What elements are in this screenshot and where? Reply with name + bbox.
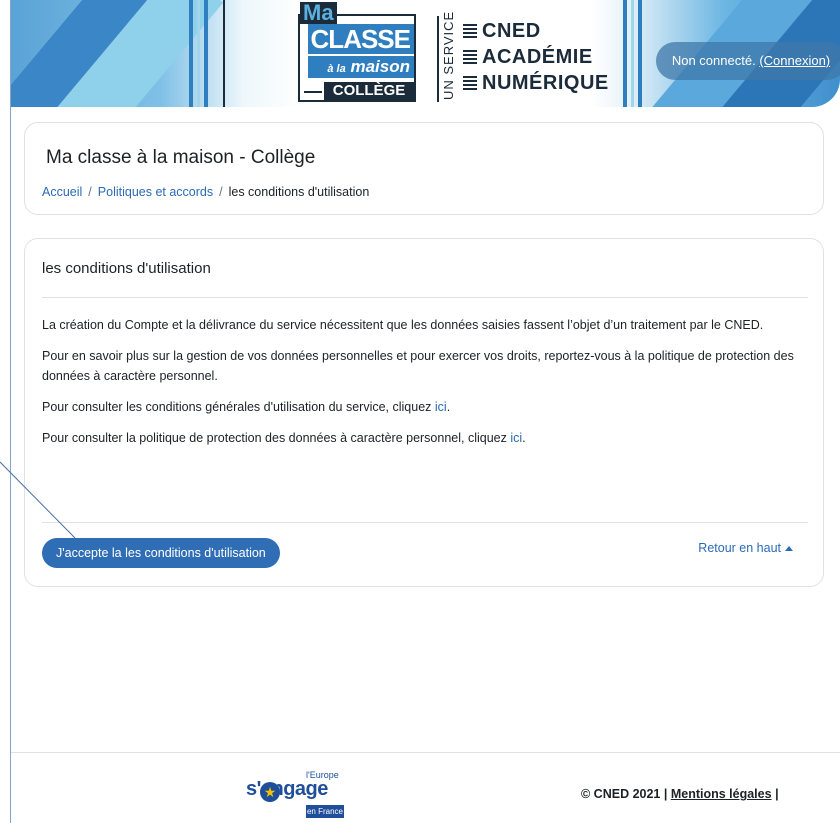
- divider: [42, 522, 808, 523]
- paragraph-text: Pour consulter la politique de protectio…: [42, 431, 507, 445]
- paragraph-text: Pour consulter les conditions générales …: [42, 400, 432, 414]
- logo-separator: [437, 16, 439, 102]
- logo-maison-word: maison: [350, 57, 410, 76]
- divider: [42, 297, 808, 298]
- left-guide-line: [10, 0, 11, 823]
- bars-icon: [463, 24, 477, 38]
- breadcrumb-current: les conditions d'utilisation: [228, 185, 370, 199]
- cned-logo: CNED ACADÉMIE NUMÉRIQUE: [463, 18, 609, 96]
- copyright-text: © CNED 2021 |: [581, 787, 668, 801]
- eu-logo-word: s'engage: [246, 778, 328, 800]
- login-link[interactable]: (Connexion): [759, 53, 830, 68]
- caret-up-icon: [785, 545, 793, 551]
- back-to-top-label: Retour en haut: [698, 541, 781, 555]
- paragraph: La création du Compte et la délivrance d…: [42, 318, 764, 332]
- cned-line: ACADÉMIE: [463, 44, 609, 70]
- breadcrumb-separator: /: [219, 185, 223, 199]
- banner-stripe: [204, 0, 208, 107]
- cned-line: CNED: [463, 18, 609, 44]
- banner-stripe: [189, 0, 193, 107]
- ma-classe-logo[interactable]: Ma CLASSE ✧ à la maison COLLÈGE: [298, 2, 416, 102]
- page-title: Ma classe à la maison - Collège: [46, 147, 316, 168]
- europe-engage-logo: l'Europe s'engage ★ en France: [246, 768, 346, 820]
- cned-line-text: CNED: [482, 19, 541, 42]
- bars-icon: [463, 50, 477, 64]
- eu-stars-icon: ★: [260, 782, 280, 802]
- bars-icon: [463, 76, 477, 90]
- banner-stripe: [223, 0, 225, 107]
- paragraph: Pour consulter la politique de protectio…: [42, 428, 812, 448]
- footer-divider: [11, 752, 840, 753]
- main-content-card: les conditions d'utilisation La création…: [24, 238, 824, 587]
- logo-ma: Ma: [300, 2, 337, 24]
- un-service-label: UN SERVICE: [441, 10, 456, 100]
- logo-a-la: à la: [327, 63, 346, 75]
- paragraph: Pour consulter les conditions générales …: [42, 397, 812, 417]
- page-header-card: Ma classe à la maison - Collège Accueil /…: [24, 122, 824, 215]
- banner-stripe: [197, 0, 200, 107]
- privacy-link[interactable]: ici: [510, 431, 522, 445]
- paragraph-end: .: [446, 400, 451, 414]
- login-status-text: Non connecté.: [671, 53, 756, 68]
- breadcrumb-home[interactable]: Accueil: [42, 185, 82, 199]
- breadcrumb: Accueil / Politiques et accords / les condit…: [42, 185, 369, 199]
- cned-line-text: NUMÉRIQUE: [482, 71, 609, 94]
- header-banner: Ma CLASSE ✧ à la maison COLLÈGE UN SERVI…: [11, 0, 840, 107]
- policy-text: La création du Compte et la délivrance d…: [42, 315, 812, 459]
- cned-line: NUMÉRIQUE: [463, 70, 609, 96]
- logo-college: COLLÈGE: [324, 82, 414, 100]
- legal-notice-link[interactable]: Mentions légales: [671, 787, 772, 801]
- banner-stripe: [631, 0, 634, 107]
- footer-separator: |: [775, 787, 779, 801]
- breadcrumb-policies[interactable]: Politiques et accords: [98, 185, 213, 199]
- paragraph: Pour en savoir plus sur la gestion de vo…: [42, 349, 794, 383]
- cned-line-text: ACADÉMIE: [482, 45, 593, 68]
- logo-maison: à la maison: [308, 56, 414, 78]
- terms-link[interactable]: ici: [435, 400, 447, 414]
- eu-logo-france: en France: [306, 805, 344, 818]
- breadcrumb-separator: /: [88, 185, 92, 199]
- paragraph-end: .: [522, 431, 526, 445]
- footer-copyright: © CNED 2021 | Mentions légales |: [581, 787, 779, 801]
- accept-terms-button[interactable]: J'accepte la les conditions d'utilisatio…: [42, 538, 280, 568]
- login-status: Non connecté. (Connexion): [656, 42, 840, 80]
- banner-stripe: [623, 0, 627, 107]
- back-to-top-link[interactable]: Retour en haut: [698, 541, 793, 555]
- logo-dash: [304, 91, 322, 93]
- banner-stripe: [638, 0, 642, 107]
- section-title: les conditions d'utilisation: [42, 260, 211, 277]
- logo-classe: CLASSE: [308, 24, 414, 54]
